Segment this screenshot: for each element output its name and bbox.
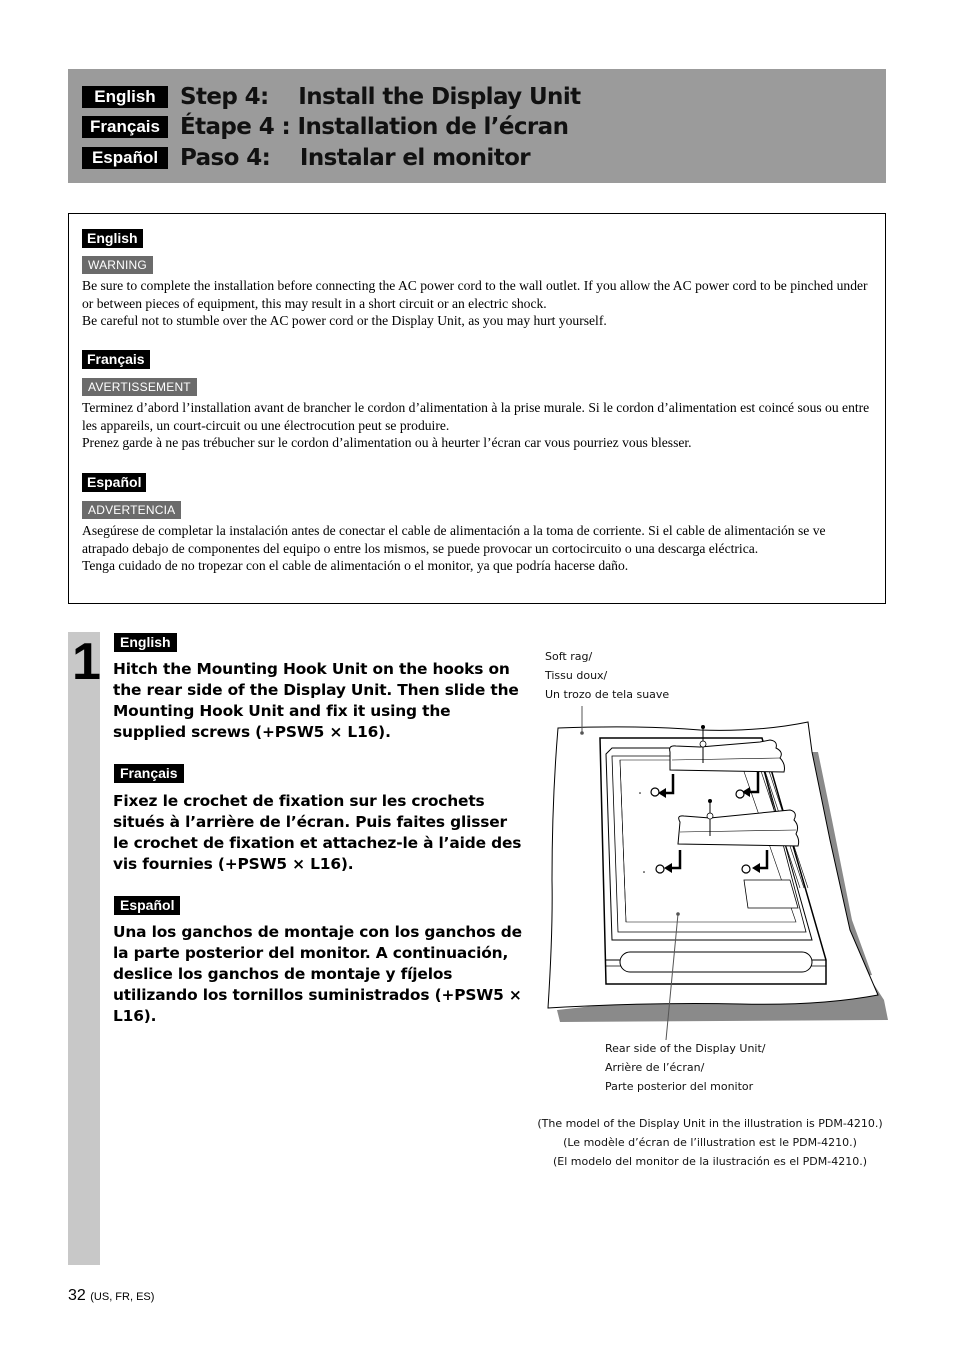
- connector-panel: [743, 879, 799, 909]
- step-language-tag-english: English: [114, 633, 177, 652]
- step-language-tag-french: Français: [114, 764, 184, 783]
- header-row-english: English Step 4: Install the Display Unit: [82, 84, 581, 110]
- warning-paragraph: Asegúrese de completar la instalación an…: [82, 523, 826, 556]
- header-row-french: Français Étape 4 : Installation de l’écr…: [82, 114, 569, 140]
- step-instruction-english: Hitch the Mounting Hook Unit on the hook…: [113, 660, 519, 741]
- hook-icon: [741, 864, 751, 874]
- step-title-english: Step 4: Install the Display Unit: [180, 84, 581, 110]
- warning-paragraph: Tenga cuidado de no tropezar con el cabl…: [82, 558, 629, 574]
- language-tag-french: Français: [82, 116, 168, 138]
- caption-line: Rear side of the Display Unit/: [605, 1042, 766, 1055]
- screw-icon: [708, 799, 712, 803]
- warning-text-french: Terminez d’abord l’installation avant de…: [82, 399, 874, 452]
- hook-icon: [655, 864, 665, 874]
- language-tag-spanish: Español: [82, 147, 168, 169]
- header-row-spanish: Español Paso 4: Instalar el monitor: [82, 145, 531, 171]
- hook-icon: [735, 789, 745, 799]
- step-sidebar-bar: [68, 632, 100, 1265]
- page-number: 32: [68, 1287, 86, 1304]
- warning-language-tag-english: English: [82, 229, 143, 248]
- warning-paragraph: Prenez garde à ne pas trébucher sur le c…: [82, 435, 692, 451]
- step-number: 1: [72, 633, 101, 691]
- mounting-illustration: [547, 706, 888, 1040]
- warning-label-french: AVERTISSEMENT: [82, 378, 197, 396]
- hook-icon: [650, 787, 660, 797]
- warning-language-tag-spanish: Español: [82, 473, 147, 492]
- rear-side-label: Rear side of the Display Unit/ Arrière d…: [605, 1039, 766, 1096]
- model-note-line: (Le modèle d’écran de l’illustration est…: [563, 1136, 857, 1149]
- step-title-spanish: Paso 4: Instalar el monitor: [180, 145, 531, 171]
- handle-slot: [619, 951, 813, 973]
- caption-line: Parte posterior del monitor: [605, 1080, 754, 1093]
- page-footer: 32 (US, FR, ES): [68, 1287, 154, 1305]
- warning-label-spanish: ADVERTENCIA: [82, 501, 182, 519]
- region-codes: (US, FR, ES): [90, 1291, 155, 1303]
- warning-paragraph: Terminez d’abord l’installation avant de…: [82, 400, 870, 433]
- caption-line: Arrière de l’écran/: [605, 1061, 705, 1074]
- warning-paragraph: Be careful not to stumble over the AC po…: [82, 313, 607, 329]
- step-language-tag-spanish: Español: [114, 896, 181, 915]
- warning-text-spanish: Asegúrese de completar la instalación an…: [82, 522, 874, 575]
- step-title-french: Étape 4 : Installation de l’écran: [180, 114, 569, 140]
- screw-icon: [701, 725, 705, 729]
- warning-paragraph: Be sure to complete the installation bef…: [82, 278, 868, 311]
- warning-label-english: WARNING: [82, 256, 153, 274]
- language-tag-english: English: [82, 86, 168, 108]
- step-instruction-french: Fixez le crochet de fixation sur les cro…: [113, 792, 522, 873]
- step-instruction-spanish: Una los ganchos de montaje con los ganch…: [113, 923, 522, 1025]
- model-note-line: (El modelo del monitor de la ilustración…: [552, 1155, 867, 1168]
- warning-text-english: Be sure to complete the installation bef…: [82, 277, 874, 330]
- warning-language-tag-french: Français: [82, 350, 150, 369]
- model-note: (The model of the Display Unit in the il…: [520, 1114, 900, 1171]
- page-header-banner: English Step 4: Install the Display Unit…: [68, 69, 886, 183]
- warning-box: English WARNING Be sure to complete the …: [68, 213, 886, 604]
- model-note-line: (The model of the Display Unit in the il…: [537, 1117, 883, 1130]
